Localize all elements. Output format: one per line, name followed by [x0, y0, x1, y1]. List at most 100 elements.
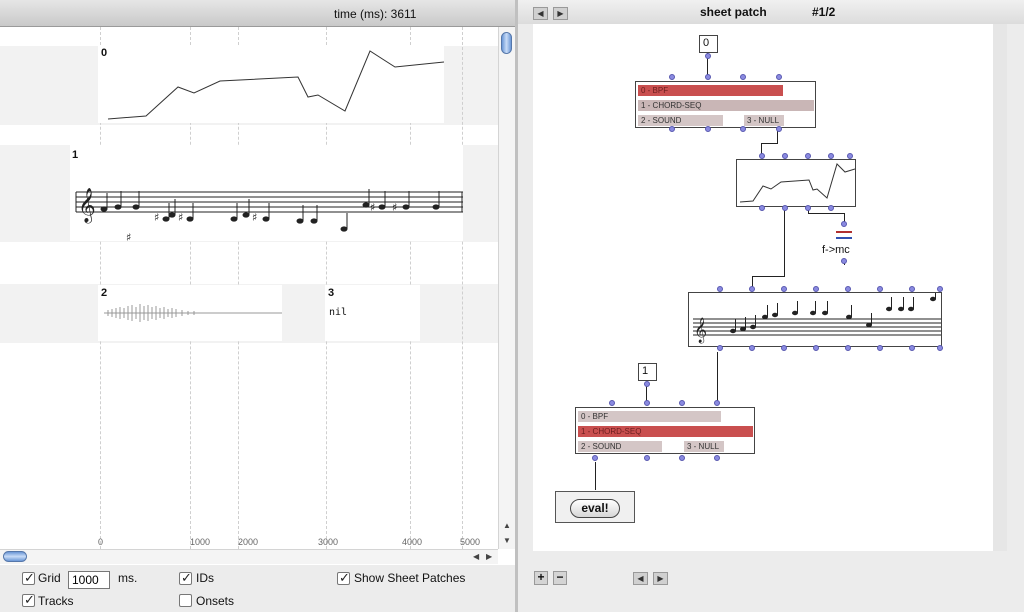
inlet[interactable] — [805, 153, 811, 159]
number-box-bottom[interactable]: 1 — [638, 363, 657, 381]
inlet[interactable] — [705, 74, 711, 80]
inlet[interactable] — [776, 74, 782, 80]
outlet[interactable] — [669, 126, 675, 132]
inlet[interactable] — [847, 153, 853, 159]
horizontal-scrollbar[interactable] — [0, 549, 498, 564]
outlet[interactable] — [717, 345, 723, 351]
inlet[interactable] — [845, 286, 851, 292]
outlet[interactable] — [705, 126, 711, 132]
inlet[interactable] — [714, 400, 720, 406]
scroll-left-icon[interactable]: ◀ — [473, 552, 479, 561]
scroll-up-icon[interactable]: ▲ — [503, 521, 511, 530]
horizontal-scroll-thumb[interactable] — [3, 551, 27, 562]
inlet[interactable] — [749, 286, 755, 292]
inlet[interactable] — [828, 153, 834, 159]
outlet[interactable] — [909, 345, 915, 351]
scroll-down-icon[interactable]: ▼ — [503, 536, 511, 545]
wire — [752, 276, 785, 277]
bpf-object[interactable]: 0 — [98, 45, 444, 123]
inlet[interactable] — [782, 153, 788, 159]
selector-item-sound[interactable]: 2 - SOUND — [578, 441, 662, 452]
outlet[interactable] — [841, 258, 847, 264]
arrow-left-icon[interactable]: ◀ — [633, 572, 648, 585]
outlet[interactable] — [782, 205, 788, 211]
arrow-right-icon[interactable]: ▶ — [653, 572, 668, 585]
grid-label: Grid — [38, 571, 61, 585]
inlet[interactable] — [669, 74, 675, 80]
outlet[interactable] — [644, 455, 650, 461]
tick-label: 4000 — [402, 537, 423, 547]
outlet[interactable] — [776, 126, 782, 132]
tick-label: 2000 — [238, 537, 259, 547]
grid-line — [462, 27, 463, 549]
svg-text:♯: ♯ — [178, 211, 183, 224]
selector-item-bpf[interactable]: 0 - BPF — [638, 85, 783, 96]
plus-icon[interactable]: + — [534, 571, 548, 585]
inlet[interactable] — [841, 221, 847, 227]
inlet[interactable] — [740, 74, 746, 80]
outlet[interactable] — [679, 455, 685, 461]
outlet[interactable] — [845, 345, 851, 351]
chord-seq-object[interactable]: 1 𝄞 ♯ ♯ ♯ ♯ ♯ ♯ — [70, 145, 463, 241]
selector-item-null[interactable]: 3 - NULL — [744, 115, 784, 126]
inlet[interactable] — [813, 286, 819, 292]
outlet[interactable] — [740, 126, 746, 132]
selector-item-null[interactable]: 3 - NULL — [684, 441, 724, 452]
inlet[interactable] — [679, 400, 685, 406]
inlet[interactable] — [644, 400, 650, 406]
svg-text:♯: ♯ — [126, 231, 131, 241]
number-box-top[interactable]: 0 — [699, 35, 718, 53]
time-header: time (ms): 3611 — [0, 0, 515, 27]
ids-checkbox[interactable] — [179, 570, 192, 586]
outlet[interactable] — [759, 205, 765, 211]
ids-label: IDs — [196, 571, 214, 585]
null-object[interactable]: 3 nil — [325, 285, 420, 341]
wire — [761, 143, 778, 144]
chord-seq-box[interactable]: 𝄞 — [688, 292, 942, 347]
inlet[interactable] — [877, 286, 883, 292]
sound-object[interactable]: 2 — [98, 285, 282, 341]
outlet[interactable] — [828, 205, 834, 211]
selector-item-chord-seq[interactable]: 1 - CHORD-SEQ — [578, 426, 753, 437]
inlet[interactable] — [759, 153, 765, 159]
outlet[interactable] — [749, 345, 755, 351]
outlet[interactable] — [592, 455, 598, 461]
tracks-area[interactable]: 0 1 𝄞 ♯ ♯ ♯ ♯ ♯ ♯ 2 3 nil 0 1000 2000 30… — [0, 27, 498, 549]
selector-item-chord-seq[interactable]: 1 - CHORD-SEQ — [638, 100, 814, 111]
grid-interval-input[interactable] — [68, 571, 110, 589]
selector-item-sound[interactable]: 2 - SOUND — [638, 115, 723, 126]
minus-icon[interactable]: − — [553, 571, 567, 585]
show-sheet-patches-checkbox[interactable] — [337, 570, 350, 586]
sheet-track-selector-top[interactable]: 0 - BPF 1 - CHORD-SEQ 2 - SOUND 3 - NULL — [635, 81, 816, 128]
outlet[interactable] — [714, 455, 720, 461]
vertical-scrollbar[interactable] — [498, 27, 515, 549]
onsets-checkbox[interactable] — [179, 594, 192, 607]
bpf-box[interactable] — [736, 159, 856, 207]
outlet[interactable] — [781, 345, 787, 351]
inlet[interactable] — [609, 400, 615, 406]
bpf-preview — [739, 163, 855, 203]
eval-button[interactable]: eval! — [570, 499, 620, 518]
outlet[interactable] — [805, 205, 811, 211]
inlet[interactable] — [909, 286, 915, 292]
grid-checkbox[interactable] — [22, 570, 35, 586]
arrow-right-icon[interactable]: ▶ — [553, 7, 568, 20]
sheet-track-selector-bottom[interactable]: 0 - BPF 1 - CHORD-SEQ 2 - SOUND 3 - NULL — [575, 407, 755, 454]
scroll-right-icon[interactable]: ▶ — [486, 552, 492, 561]
outlet[interactable] — [813, 345, 819, 351]
patch-header — [518, 0, 1024, 24]
tracks-checkbox[interactable] — [22, 592, 35, 608]
object-id: 3 — [328, 287, 335, 299]
wire — [595, 462, 596, 490]
outlet[interactable] — [937, 345, 943, 351]
vertical-scroll-thumb[interactable] — [501, 32, 512, 54]
outlet[interactable] — [877, 345, 883, 351]
arrow-left-icon[interactable]: ◀ — [533, 7, 548, 20]
inlet[interactable] — [717, 286, 723, 292]
outlet[interactable] — [705, 53, 711, 59]
inlet[interactable] — [937, 286, 943, 292]
inlet[interactable] — [781, 286, 787, 292]
selector-item-bpf[interactable]: 0 - BPF — [578, 411, 721, 422]
outlet[interactable] — [644, 381, 650, 387]
wire — [717, 352, 718, 403]
